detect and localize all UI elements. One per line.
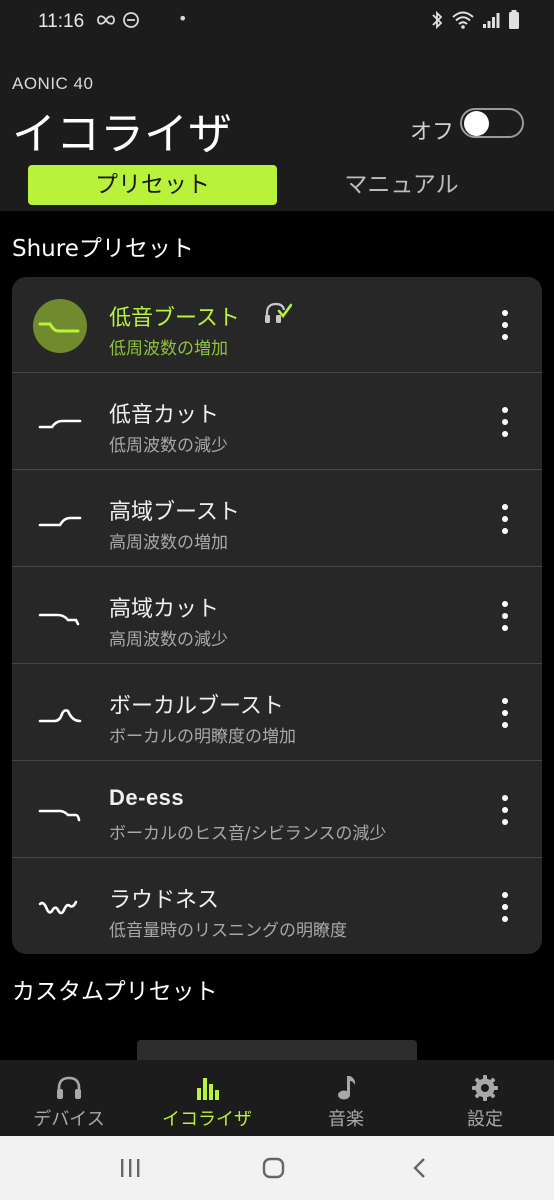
signal-icon	[483, 13, 500, 28]
preset-name: De-ess	[109, 785, 185, 810]
preset-row-bass-boost[interactable]: 低音ブースト 低周波数の増加	[12, 277, 542, 373]
status-left-icons	[95, 10, 140, 30]
vocal-boost-curve-icon	[38, 709, 82, 723]
music-note-icon	[338, 1076, 356, 1100]
headphone-check-icon	[265, 302, 292, 323]
preset-name: 高域カット	[109, 597, 220, 622]
treble-boost-curve-icon	[38, 516, 82, 527]
divider	[12, 372, 542, 373]
battery-icon	[509, 10, 519, 29]
de-ess-curve-icon	[38, 809, 81, 822]
preset-description: ボーカルの明瞭度の増加	[109, 727, 296, 747]
eq-toggle-label: オフ	[410, 120, 455, 145]
status-time: 11:16	[38, 11, 85, 32]
equalizer-bars-icon	[197, 1078, 219, 1100]
preset-row-treble-cut[interactable]: 高域カット 高周波数の減少	[12, 568, 542, 664]
preset-overflow-menu-button[interactable]	[495, 792, 515, 828]
preset-row-loudness[interactable]: ラウドネス 低音量時のリスニングの明瞭度	[12, 859, 542, 954]
wifi-icon	[452, 11, 474, 29]
nav-label: 設定	[467, 1109, 503, 1130]
bottom-navigation: デバイス イコライザ 音楽 設定	[0, 1060, 554, 1136]
preset-description: 低周波数の減少	[109, 436, 228, 456]
status-dot: •	[178, 9, 188, 28]
eq-toggle-switch[interactable]	[460, 108, 524, 138]
shure-presets-heading: Shureプリセット	[12, 236, 194, 262]
preset-name: 低音カット	[109, 403, 220, 428]
preset-overflow-menu-button[interactable]	[495, 501, 515, 537]
toggle-knob	[464, 111, 489, 136]
page-title: イコライザ	[12, 109, 232, 160]
tab-manual[interactable]: マニュアル	[277, 165, 526, 205]
status-right-icons	[430, 10, 520, 30]
divider	[12, 566, 542, 567]
preset-description: 低周波数の増加	[109, 339, 228, 359]
divider	[12, 857, 542, 858]
preset-description: 高周波数の増加	[109, 533, 228, 553]
tab-preset[interactable]: プリセット	[28, 165, 277, 205]
minus-circle-icon	[123, 12, 140, 28]
preset-row-vocal-boost[interactable]: ボーカルブースト ボーカルの明瞭度の増加	[12, 665, 542, 761]
preset-name: 高域ブースト	[109, 500, 240, 525]
preset-row-de-ess[interactable]: De-ess ボーカルのヒス音/シビランスの減少	[12, 762, 542, 858]
preset-overflow-menu-button[interactable]	[495, 695, 515, 731]
nav-label: イコライザ	[162, 1109, 252, 1130]
nav-item-music[interactable]: 音楽	[277, 1060, 415, 1136]
nav-item-settings[interactable]: 設定	[416, 1060, 554, 1136]
preset-description: ボーカルのヒス音/シビランスの減少	[109, 824, 387, 844]
nav-item-equalizer[interactable]: イコライザ	[138, 1060, 276, 1136]
preset-overflow-menu-button[interactable]	[495, 307, 515, 343]
system-navigation-bar	[0, 1136, 554, 1200]
preset-row-bass-cut[interactable]: 低音カット 低周波数の減少	[12, 374, 542, 470]
preset-overflow-menu-button[interactable]	[495, 404, 515, 440]
divider	[12, 469, 542, 470]
device-name: AONIC 40	[12, 74, 94, 93]
preset-name: ラウドネス	[109, 888, 220, 913]
preset-name: ボーカルブースト	[109, 694, 284, 719]
preset-name: 低音ブースト	[109, 306, 240, 331]
gear-icon	[472, 1075, 498, 1101]
custom-presets-heading: カスタムプリセット	[12, 979, 218, 1005]
preset-row-treble-boost[interactable]: 高域ブースト 高周波数の増加	[12, 471, 542, 567]
nav-label: デバイス	[33, 1109, 105, 1130]
preset-description: 低音量時のリスニングの明瞭度	[109, 921, 347, 941]
loudness-curve-icon	[38, 900, 78, 915]
headphones-icon	[57, 1076, 81, 1099]
preset-description: 高周波数の減少	[109, 630, 228, 650]
shure-presets-list: 低音ブースト 低周波数の増加 低音カット 低周波数の減少 高域ブースト 高周波数…	[12, 277, 542, 954]
status-bar: 11:16 •	[0, 0, 554, 44]
preset-overflow-menu-button[interactable]	[495, 598, 515, 634]
bass-boost-curve-icon	[33, 299, 87, 353]
infinity-icon	[97, 15, 115, 25]
home-icon[interactable]	[262, 1157, 286, 1179]
bluetooth-icon	[432, 10, 443, 30]
nav-label: 音楽	[328, 1109, 364, 1130]
divider	[12, 760, 542, 761]
recent-apps-icon[interactable]	[118, 1158, 142, 1178]
preset-overflow-menu-button[interactable]	[495, 889, 515, 925]
bass-cut-curve-icon	[38, 419, 82, 429]
treble-cut-curve-icon	[38, 613, 80, 626]
app-header: AONIC 40 イコライザ オフ プリセット マニュアル	[0, 44, 554, 211]
back-icon[interactable]	[410, 1157, 428, 1179]
nav-item-devices[interactable]: デバイス	[0, 1060, 138, 1136]
divider	[12, 663, 542, 664]
